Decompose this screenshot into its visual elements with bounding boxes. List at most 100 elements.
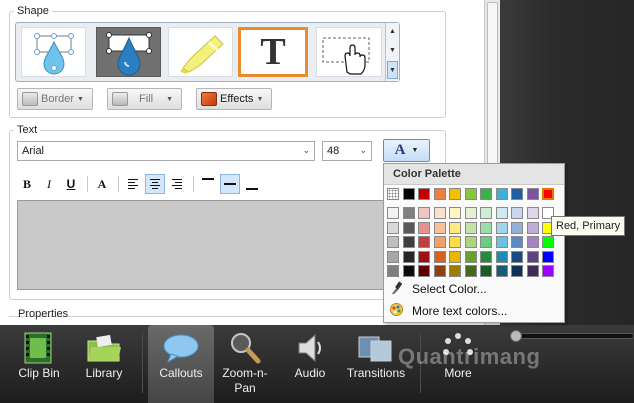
shade-color-swatch[interactable]: [402, 221, 415, 234]
shade-color-swatch[interactable]: [449, 236, 461, 248]
no-color-swatch[interactable]: [387, 188, 399, 200]
shade-color-swatch[interactable]: [526, 236, 539, 248]
timeline-zoom-slider[interactable]: [512, 333, 634, 339]
align-center-button[interactable]: [145, 174, 165, 194]
shade-color-swatch[interactable]: [418, 221, 430, 234]
gallery-up-button[interactable]: ▲: [387, 23, 398, 41]
shade-color-swatch[interactable]: [480, 221, 492, 234]
gallery-down-button[interactable]: ▼: [387, 42, 398, 60]
fill-button[interactable]: Fill ▼: [107, 88, 182, 110]
shade-color-swatch[interactable]: [402, 207, 415, 219]
align-middle-button[interactable]: [220, 174, 240, 194]
shade-color-swatch[interactable]: [387, 250, 399, 263]
underline-button[interactable]: U: [61, 174, 81, 194]
ellipse-callout-shape[interactable]: [21, 27, 86, 77]
timeline-zoom-slider-knob[interactable]: [510, 330, 522, 342]
shade-color-swatch[interactable]: [433, 207, 446, 219]
text-shape[interactable]: T: [238, 27, 308, 77]
shade-color-swatch[interactable]: [449, 221, 461, 234]
primary-color-swatch[interactable]: [418, 188, 430, 200]
shade-color-swatch[interactable]: [418, 265, 430, 277]
effects-button[interactable]: Effects ▼: [196, 88, 272, 110]
align-top-button[interactable]: [198, 174, 218, 194]
primary-color-swatch[interactable]: [402, 188, 415, 200]
shade-color-swatch[interactable]: [480, 207, 492, 219]
shade-color-swatch[interactable]: [511, 250, 523, 263]
shade-color-swatch[interactable]: [387, 221, 399, 234]
shade-color-swatch[interactable]: [526, 221, 539, 234]
callouts-tab[interactable]: Callouts: [148, 325, 214, 403]
shade-color-swatch[interactable]: [526, 250, 539, 263]
shade-color-swatch[interactable]: [449, 250, 461, 263]
shade-color-swatch[interactable]: [464, 221, 477, 234]
shade-color-swatch[interactable]: [542, 250, 554, 263]
primary-color-swatch[interactable]: [511, 188, 523, 200]
shade-color-swatch[interactable]: [495, 207, 508, 219]
primary-color-swatch[interactable]: [542, 188, 554, 200]
shade-color-swatch[interactable]: [526, 265, 539, 277]
shade-color-swatch[interactable]: [418, 250, 430, 263]
shade-color-swatch[interactable]: [464, 250, 477, 263]
primary-color-swatch[interactable]: [449, 188, 461, 200]
border-button[interactable]: Border ▼: [17, 88, 93, 110]
shade-color-swatch[interactable]: [480, 265, 492, 277]
align-left-button[interactable]: [123, 174, 143, 194]
shade-color-swatch[interactable]: [511, 221, 523, 234]
shade-color-swatch[interactable]: [387, 236, 399, 248]
bold-button[interactable]: B: [17, 174, 37, 194]
shade-color-swatch[interactable]: [387, 207, 399, 219]
zoom-n-pan-tab[interactable]: Zoom-n- Pan: [214, 325, 276, 403]
shade-color-swatch[interactable]: [495, 236, 508, 248]
shade-color-swatch[interactable]: [495, 265, 508, 277]
primary-color-swatch[interactable]: [433, 188, 446, 200]
font-family-select[interactable]: Arial ⌄: [17, 141, 315, 161]
clip-bin-tab[interactable]: Clip Bin: [6, 325, 72, 403]
select-color-item[interactable]: Select Color...: [384, 279, 564, 299]
gallery-expand-button[interactable]: ▼: [387, 61, 398, 79]
click-area-shape[interactable]: [316, 27, 382, 77]
primary-color-swatch[interactable]: [480, 188, 492, 200]
callout-text-area[interactable]: [17, 200, 387, 290]
text-color-button[interactable]: A ▼: [383, 139, 430, 162]
shade-color-swatch[interactable]: [433, 236, 446, 248]
shade-color-swatch[interactable]: [418, 207, 430, 219]
shade-color-swatch[interactable]: [418, 236, 430, 248]
shade-color-swatch[interactable]: [402, 236, 415, 248]
primary-color-swatch[interactable]: [526, 188, 539, 200]
primary-color-swatch[interactable]: [464, 188, 477, 200]
shade-color-swatch[interactable]: [542, 236, 554, 248]
italic-button[interactable]: I: [39, 174, 59, 194]
shade-color-swatch[interactable]: [449, 207, 461, 219]
more-text-colors-item[interactable]: More text colors...: [384, 301, 564, 321]
font-size-select[interactable]: 48 ⌄: [322, 141, 372, 161]
shade-color-swatch[interactable]: [449, 265, 461, 277]
shade-color-swatch[interactable]: [402, 250, 415, 263]
shade-color-swatch[interactable]: [542, 265, 554, 277]
shade-color-swatch[interactable]: [480, 236, 492, 248]
shade-color-swatch[interactable]: [511, 236, 523, 248]
shade-color-swatch[interactable]: [495, 221, 508, 234]
shade-color-swatch[interactable]: [511, 207, 523, 219]
shade-color-swatch[interactable]: [464, 265, 477, 277]
teardrop-callout-shape[interactable]: [96, 27, 161, 77]
shade-color-swatch[interactable]: [402, 265, 415, 277]
library-folder-icon: [84, 330, 124, 366]
text-effect-button[interactable]: A: [92, 174, 112, 194]
primary-color-swatch[interactable]: [495, 188, 508, 200]
shade-color-swatch[interactable]: [511, 265, 523, 277]
shade-color-swatch[interactable]: [464, 207, 477, 219]
shade-color-swatch[interactable]: [526, 207, 539, 219]
shade-color-swatch[interactable]: [495, 250, 508, 263]
align-bottom-button[interactable]: [242, 174, 262, 194]
audio-tab[interactable]: Audio: [282, 325, 338, 403]
shade-color-swatch[interactable]: [464, 236, 477, 248]
shade-color-swatch[interactable]: [433, 221, 446, 234]
shade-color-swatch[interactable]: [433, 250, 446, 263]
align-right-button[interactable]: [167, 174, 187, 194]
library-tab[interactable]: Library: [74, 325, 134, 403]
highlighter-shape[interactable]: [168, 27, 233, 77]
shade-color-swatch[interactable]: [387, 265, 399, 277]
shade-color-swatch[interactable]: [433, 265, 446, 277]
effects-icon: [201, 92, 217, 106]
shade-color-swatch[interactable]: [480, 250, 492, 263]
